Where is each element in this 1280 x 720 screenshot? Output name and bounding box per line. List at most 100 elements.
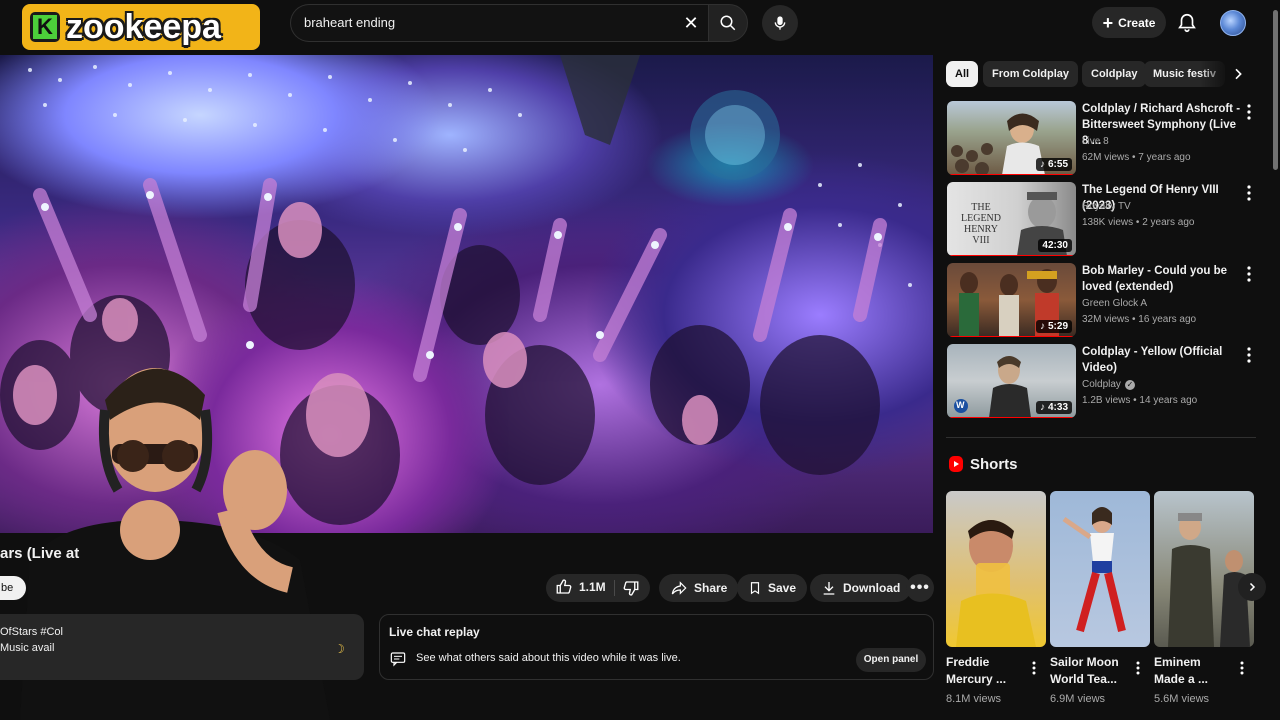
short-thumbnail[interactable] <box>1154 491 1254 647</box>
watched-progress-bar <box>947 174 1076 175</box>
recommendation-item[interactable]: ♪ 6:55 Coldplay / Richard Ashcroft - Bitt… <box>946 101 1266 177</box>
save-label: Save <box>768 581 797 595</box>
chevron-right-icon[interactable] <box>1230 65 1246 83</box>
watched-progress-bar <box>947 336 1076 337</box>
channel-logo: K zookeepa <box>22 4 260 50</box>
live-chat-title: Live chat replay <box>389 625 480 639</box>
duration-badge: 42:30 <box>1038 239 1072 252</box>
more-options-icon[interactable] <box>1030 660 1038 676</box>
more-options-icon[interactable] <box>1244 103 1254 121</box>
chip-all[interactable]: All <box>946 61 979 87</box>
search-input[interactable] <box>304 15 664 30</box>
download-button[interactable]: Download <box>810 574 912 602</box>
channel-name[interactable]: Live 8 <box>1082 135 1109 149</box>
description-line-2: Music avail <box>0 642 55 654</box>
thumbs-down-icon[interactable] <box>622 579 640 597</box>
video-thumbnail[interactable]: ♪ 6:55 <box>947 101 1076 175</box>
share-label: Share <box>694 581 728 595</box>
description-box[interactable]: OfStars #Col Music avail ☽ <box>0 614 364 680</box>
more-options-icon[interactable] <box>1134 660 1142 676</box>
video-title: ars (Live at <box>0 545 80 562</box>
search-icon <box>720 15 736 31</box>
search-button[interactable] <box>708 4 748 42</box>
channel-name[interactable]: Royalty TV <box>1082 200 1131 214</box>
shorts-heading: Shorts <box>948 455 1018 473</box>
like-divider <box>614 580 615 596</box>
chevron-right-icon <box>1249 582 1256 592</box>
recommendation-title[interactable]: Bob Marley - Could you be loved (extende… <box>1082 263 1242 295</box>
chat-bubble-icon <box>390 652 406 667</box>
download-icon <box>823 582 835 595</box>
shorts-title: Shorts <box>970 455 1018 473</box>
like-dislike-group: 1.1M <box>546 574 650 602</box>
channel-name[interactable]: Green Glock A <box>1082 297 1147 311</box>
like-count: 1.1M <box>579 580 606 594</box>
save-button[interactable]: Save <box>737 574 808 602</box>
more-horizontal-icon: ••• <box>910 579 930 596</box>
download-label: Download <box>843 581 901 595</box>
bookmark-icon <box>750 582 760 595</box>
recommendation-item[interactable]: THE LEGEND HENRY VIII 42:30 The Legend O… <box>946 182 1266 258</box>
more-options-icon[interactable] <box>1238 660 1246 676</box>
views-and-age: 1.2B views • 14 years ago <box>1082 395 1198 406</box>
music-note-icon: ♪ <box>1039 402 1045 413</box>
like-button[interactable]: 1.1M <box>555 578 606 596</box>
plus-icon: + <box>1102 12 1114 33</box>
music-note-icon: ♪ <box>1039 321 1045 332</box>
chip-coldplay[interactable]: Coldplay <box>1082 61 1147 87</box>
channel-logo-icon: W <box>956 400 965 410</box>
short-thumbnail[interactable] <box>946 491 1046 647</box>
video-thumbnail[interactable]: ♪ 5:29 <box>947 263 1076 337</box>
duration-badge: ♪ 4:33 <box>1035 401 1072 414</box>
watched-progress-bar <box>947 255 1076 256</box>
description-line-1: OfStars #Col <box>0 626 63 638</box>
video-thumbnail[interactable]: W ♪ 4:33 <box>947 344 1076 418</box>
recommendation-item[interactable]: W ♪ 4:33 Coldplay - Yellow (Official Vide… <box>946 344 1266 420</box>
duration-badge: ♪ 6:55 <box>1035 158 1072 171</box>
open-panel-button[interactable]: Open panel <box>856 648 926 672</box>
notifications-bell-icon[interactable] <box>1176 12 1198 34</box>
short-views: 6.9M views <box>1050 693 1106 705</box>
chip-from-coldplay[interactable]: From Coldplay <box>983 61 1079 87</box>
account-avatar[interactable] <box>1220 10 1246 36</box>
short-title[interactable]: Sailor Moon World Tea... <box>1050 654 1130 688</box>
channel-name[interactable]: Coldplay <box>1082 378 1121 392</box>
microphone-icon <box>774 16 786 30</box>
music-note-icon: ♪ <box>1039 159 1045 170</box>
channel-row[interactable]: Coldplay ✓ <box>1082 378 1135 392</box>
live-chat-replay-panel: Live chat replay See what others said ab… <box>379 614 934 680</box>
verified-check-icon: ✓ <box>1124 380 1135 390</box>
short-art-freddie <box>956 520 1036 647</box>
scrollbar-thumb[interactable] <box>1273 10 1278 170</box>
views-and-age: 32M views • 16 years ago <box>1082 314 1197 325</box>
recommendation-title[interactable]: Coldplay - Yellow (Official Video) <box>1082 344 1242 376</box>
short-views: 8.1M views <box>946 693 1002 705</box>
shorts-next-button[interactable] <box>1238 573 1266 601</box>
more-options-icon[interactable] <box>1244 184 1254 202</box>
short-art-eminem <box>1168 513 1250 647</box>
moon-emoji-icon: ☽ <box>334 642 345 656</box>
voice-search-button[interactable] <box>762 5 798 41</box>
create-button[interactable]: + Create <box>1092 7 1166 38</box>
video-thumbnail[interactable]: THE LEGEND HENRY VIII 42:30 <box>947 182 1076 256</box>
share-button[interactable]: Share <box>659 574 739 602</box>
section-divider <box>946 437 1256 438</box>
views-and-age: 62M views • 7 years ago <box>1082 152 1191 163</box>
share-icon <box>671 581 687 595</box>
short-title[interactable]: Eminem Made a ... <box>1154 654 1234 688</box>
logo-mark-icon: K <box>30 12 60 42</box>
short-title[interactable]: Freddie Mercury ... <box>946 654 1026 688</box>
clear-search-icon[interactable]: ✕ <box>681 13 701 33</box>
more-options-icon[interactable] <box>1244 346 1254 364</box>
create-label: Create <box>1118 15 1156 30</box>
thumbs-up-icon <box>556 579 572 594</box>
more-options-icon[interactable] <box>1244 265 1254 283</box>
short-views: 5.6M views <box>1154 693 1210 705</box>
more-actions-button[interactable]: ••• <box>906 574 934 602</box>
short-thumbnail[interactable] <box>1050 491 1150 647</box>
shorts-logo-icon <box>949 456 963 472</box>
recommendation-item[interactable]: ♪ 5:29 Bob Marley - Could you be loved (e… <box>946 263 1266 339</box>
logo-text: zookeepa <box>66 7 221 46</box>
subscribe-button[interactable]: be <box>0 576 26 600</box>
search-box: ✕ <box>290 4 710 42</box>
